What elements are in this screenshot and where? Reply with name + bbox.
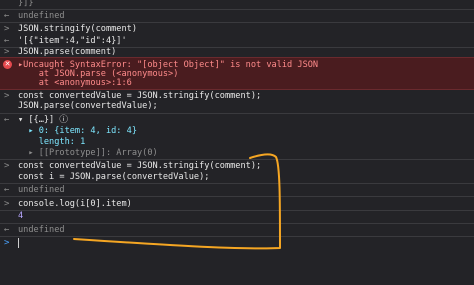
return-arrow-icon: ← <box>4 11 10 21</box>
return-arrow-icon: ← <box>4 185 10 195</box>
console-prompt[interactable]: > <box>0 237 474 249</box>
tree-item[interactable]: ▸ [[Prototype]]: Array(0) <box>0 147 474 159</box>
output-text: undefined <box>18 185 65 195</box>
input-code[interactable]: JSON.parse(convertedValue); <box>18 100 158 112</box>
output-text: }]} <box>18 0 34 8</box>
log-output: 4 <box>18 211 24 221</box>
tree-item-label[interactable]: ▸ [[Prototype]]: Array(0) <box>18 147 157 159</box>
devtools-console: }]} ← undefined > JSON.stringify(comment… <box>0 0 474 255</box>
console-line[interactable]: JSON.parse(convertedValue); <box>0 100 474 112</box>
console-input[interactable] <box>18 237 19 249</box>
prompt-chevron-icon: > <box>4 24 10 34</box>
console-line: ← undefined <box>0 224 474 236</box>
return-arrow-icon: ← <box>4 225 10 235</box>
prompt-chevron-icon: > <box>4 199 10 209</box>
input-code[interactable]: console.log(i[0].item) <box>18 198 132 210</box>
text-caret <box>18 237 19 248</box>
console-line[interactable]: const i = JSON.parse(convertedValue); <box>0 171 474 183</box>
console-line[interactable]: > JSON.stringify(comment) <box>0 23 474 35</box>
output-text: undefined <box>18 11 65 21</box>
prompt-chevron-icon: > <box>4 238 10 248</box>
error-message: ✕ ▸Uncaught SyntaxError: "[object Object… <box>0 57 474 90</box>
console-line[interactable]: > console.log(i[0].item) <box>0 198 474 210</box>
console-line: ← undefined <box>0 184 474 196</box>
output-text: undefined <box>18 225 65 235</box>
console-line: }]} <box>0 0 474 9</box>
console-line: 4 <box>0 210 474 222</box>
input-code[interactable]: JSON.stringify(comment) <box>18 23 137 35</box>
console-line: ← undefined <box>0 10 474 22</box>
input-code[interactable]: const i = JSON.parse(convertedValue); <box>18 171 209 183</box>
error-stack-line: at <anonymous>:1:6 <box>18 78 132 88</box>
